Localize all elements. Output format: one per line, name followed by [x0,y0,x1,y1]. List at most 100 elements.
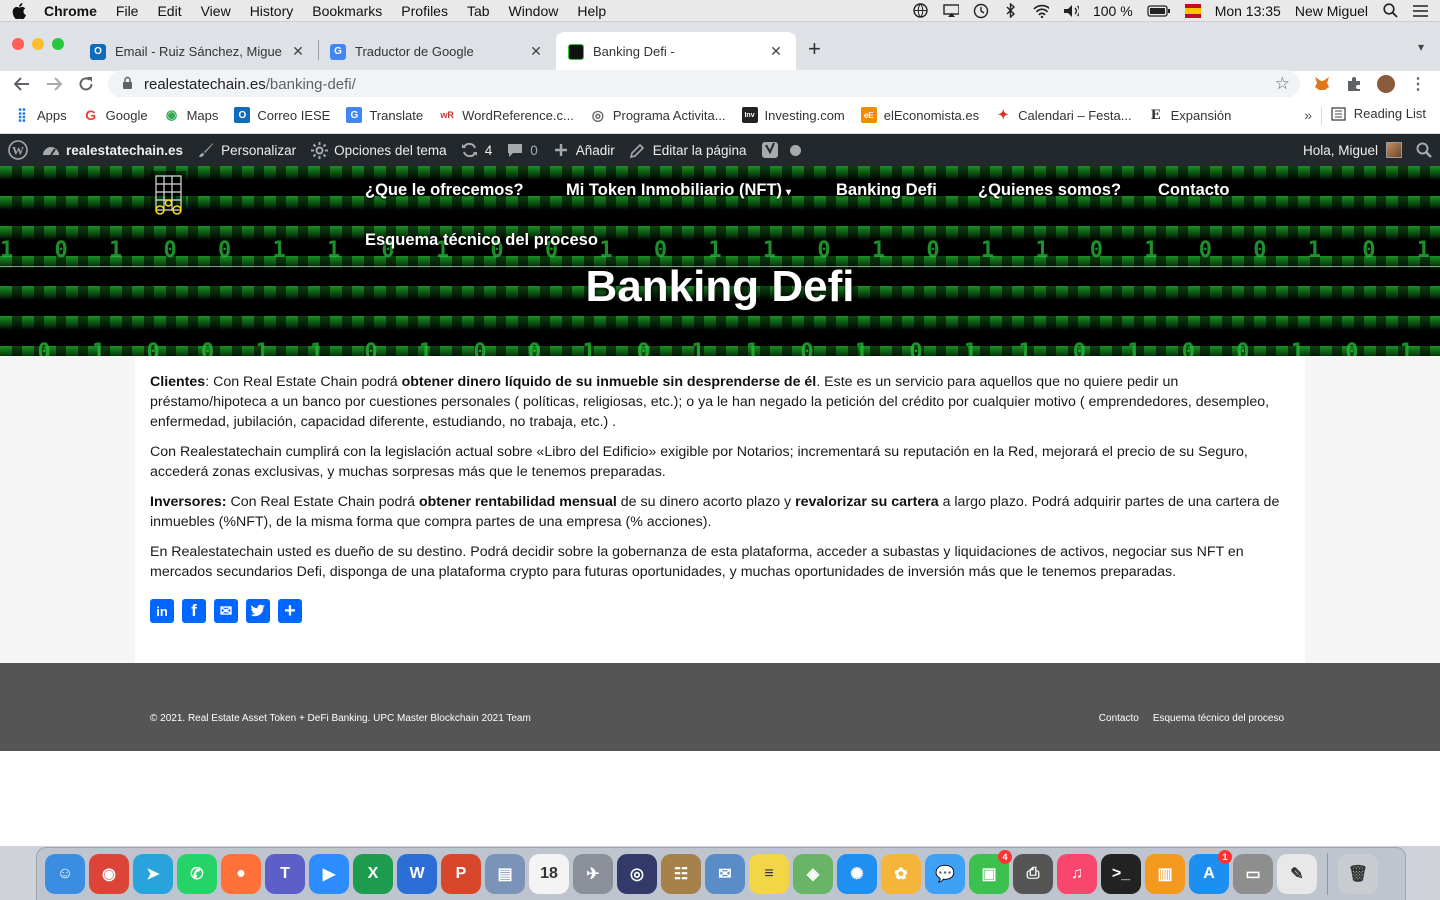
calendar-icon[interactable]: 18 [529,854,569,894]
menu-file[interactable]: File [116,3,139,19]
linkedin-share-icon[interactable]: in [150,599,174,623]
email-share-icon[interactable]: ✉ [214,599,238,623]
excel-icon[interactable]: X [353,854,393,894]
bookmark-apps[interactable]: ⣿ Apps [14,107,66,123]
nav-quienes-somos[interactable]: ¿Quienes somos? [978,181,1121,200]
nav-mi-token[interactable]: Mi Token Inmobiliario (NFT) ▾ [566,181,791,200]
firefox-icon[interactable]: ● [221,854,261,894]
scanner-icon[interactable]: ▭ [1233,854,1273,894]
address-bar[interactable]: realestatechain.es/banking-defi/ ☆ [108,70,1300,98]
preview-icon[interactable]: ▤ [485,854,525,894]
bookmark-correo-iese[interactable]: O Correo IESE [234,107,330,123]
chrome-menu-kebab-icon[interactable]: ⋮ [1409,75,1427,93]
wp-account-menu[interactable]: Hola, Miguel [1296,134,1409,166]
tab-translate[interactable]: G Traductor de Google ✕ [318,32,556,71]
profile-avatar[interactable] [1377,75,1395,93]
notes-brown-icon[interactable]: ☷ [661,854,701,894]
bookmark-calendari[interactable]: ✦ Calendari – Festa... [995,107,1132,123]
wp-updates[interactable]: 4 [454,134,500,166]
facetime-icon[interactable]: ▣ 4 [969,850,1012,894]
battery-icon[interactable] [1147,4,1171,18]
menu-tab[interactable]: Tab [467,3,490,19]
bookmark-maps[interactable]: ◉ Maps [164,107,218,123]
extensions-puzzle-icon[interactable] [1345,75,1363,93]
wp-edit-page[interactable]: Editar la página [622,134,754,166]
more-bookmarks-chevron-icon[interactable]: » [1304,107,1312,123]
whatsapp-icon[interactable]: ✆ [177,854,217,894]
menu-history[interactable]: History [250,3,294,19]
menu-bookmarks[interactable]: Bookmarks [312,3,382,19]
close-tab-icon[interactable]: ✕ [528,43,544,60]
safari-icon[interactable]: ✺ [837,854,877,894]
new-tab-button[interactable]: + [808,36,828,62]
seo-status-dot-icon[interactable] [786,134,805,166]
finder-icon[interactable]: ☺ [45,854,85,894]
apple-icon[interactable] [12,2,26,19]
wp-theme-options[interactable]: Opciones del tema [303,134,454,166]
tab-search-chevron-icon[interactable]: ▾ [1418,40,1424,54]
powerpoint-icon[interactable]: P [441,854,481,894]
teams-icon[interactable]: T [265,854,305,894]
wp-site-name[interactable]: realestatechain.es [35,134,190,166]
wp-comments[interactable]: 0 [499,134,545,166]
reload-icon[interactable] [76,71,96,97]
menu-help[interactable]: Help [577,3,606,19]
terminal-icon[interactable]: >_ [1101,854,1141,894]
yoast-seo-icon[interactable] [754,134,786,166]
close-tab-icon[interactable]: ✕ [768,43,784,60]
nav-contacto[interactable]: Contacto [1158,181,1230,200]
bookmark-expansion[interactable]: E Expansión [1148,107,1232,123]
control-center-icon[interactable] [1412,4,1428,18]
spotlight-search-icon[interactable] [1382,3,1398,18]
menu-profiles[interactable]: Profiles [401,3,448,19]
messages-icon[interactable]: 💬 [925,854,965,894]
chrome-icon[interactable]: ◉ [89,854,129,894]
notes-icon[interactable]: ≡ [749,854,789,894]
bookmark-eleconomista[interactable]: eE elEconomista.es [860,107,979,123]
word-icon[interactable]: W [397,854,437,894]
maximize-window-button[interactable] [52,38,64,50]
wp-search-icon[interactable] [1409,134,1440,166]
close-tab-icon[interactable]: ✕ [290,43,306,60]
bookmark-google[interactable]: G Google [83,107,147,123]
footer-link-contacto[interactable]: Contacto [1099,713,1139,724]
close-window-button[interactable] [12,38,24,50]
back-arrow-icon[interactable] [12,71,32,97]
lock-icon[interactable] [122,76,134,92]
nav-esquema-tecnico[interactable]: Esquema técnico del proceso [365,231,598,250]
photos-icon[interactable]: ✿ [881,854,921,894]
time-machine-icon[interactable] [973,3,989,18]
volume-icon[interactable] [1063,4,1079,18]
appstore-icon[interactable]: A1 [1189,850,1232,894]
menu-view[interactable]: View [201,3,231,19]
bookmark-investing[interactable]: Inv Investing.com [741,107,845,123]
tab-banking-defi[interactable]: Banking Defi - ✕ [556,32,796,71]
menu-edit[interactable]: Edit [157,3,181,19]
music-icon[interactable]: ♫ [1057,854,1097,894]
wp-customize[interactable]: Personalizar [190,134,303,166]
wifi-icon[interactable] [1033,4,1049,18]
reading-list-button[interactable]: Reading List [1331,106,1426,121]
vpn-globe-icon[interactable] [913,3,929,18]
bluetooth-icon[interactable] [1003,3,1019,18]
twitter-share-icon[interactable] [246,599,270,623]
books-icon[interactable]: ▥ [1145,854,1185,894]
nav-banking-defi[interactable]: Banking Defi [836,181,937,200]
minimize-window-button[interactable] [32,38,44,50]
textedit-icon[interactable]: ✎ [1277,854,1317,894]
siri-icon[interactable]: ◎ [617,854,657,894]
zoom-icon[interactable]: ▶ [309,854,349,894]
bookmark-star-icon[interactable]: ☆ [1275,74,1290,94]
tab-email[interactable]: O Email - Ruiz Sánchez, Miguel - ✕ [78,32,318,71]
nav-que-le-ofrecemos[interactable]: ¿Que le ofrecemos? [365,181,524,200]
launchpad-icon[interactable]: ✈ [573,854,613,894]
more-share-icon[interactable]: + [278,599,302,623]
telegram-icon[interactable]: ➤ [133,854,173,894]
mail-stamp-icon[interactable]: ✉ [705,854,745,894]
menubar-clock[interactable]: Mon 13:35 [1215,3,1281,19]
bookmark-translate[interactable]: G Translate [346,107,423,123]
facebook-share-icon[interactable]: f [182,599,206,623]
footer-link-esquema[interactable]: Esquema técnico del proceso [1153,713,1284,724]
menu-window[interactable]: Window [509,3,559,19]
bookmark-programa[interactable]: ◎ Programa Activita... [590,107,726,123]
